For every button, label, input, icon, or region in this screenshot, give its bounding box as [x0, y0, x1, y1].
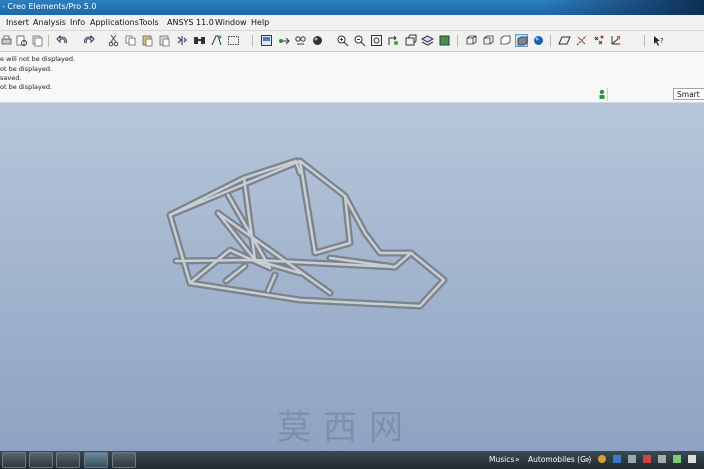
enhanced-realism-icon[interactable]	[532, 34, 545, 47]
hidden-line-icon[interactable]	[482, 34, 495, 47]
tray-icon[interactable]	[643, 455, 651, 463]
toolbar-separator	[457, 35, 458, 47]
copy-icon[interactable]	[31, 34, 44, 47]
taskbar-toolbar-automobiles[interactable]: Automobiles (G:)	[528, 455, 591, 464]
datum-plane-icon[interactable]	[558, 34, 571, 47]
datum-point-icon[interactable]	[592, 34, 605, 47]
paste-icon[interactable]	[141, 34, 154, 47]
cut-icon[interactable]	[107, 34, 120, 47]
layer-tree-icon[interactable]	[438, 34, 451, 47]
menu-tools[interactable]: Tools	[139, 18, 159, 27]
menu-window[interactable]: Window	[215, 18, 247, 27]
regenerate-icon[interactable]	[175, 34, 188, 47]
toolbar-separator	[48, 35, 49, 47]
toolbar-separator	[252, 35, 253, 47]
toolbar-separator	[644, 35, 645, 47]
chevron-right-icon[interactable]: »	[515, 455, 520, 464]
message-line: e will not be displayed.	[0, 55, 76, 63]
paste-special-icon[interactable]	[158, 34, 171, 47]
menu-info[interactable]: Info	[70, 18, 85, 27]
print-icon[interactable]	[0, 34, 13, 47]
saved-views-icon[interactable]	[404, 34, 417, 47]
spin-center-icon[interactable]	[277, 34, 290, 47]
taskbar: Musics » Automobiles (G:) »	[0, 451, 704, 469]
context-help-icon[interactable]: ?	[652, 34, 665, 47]
wireframe-icon[interactable]	[465, 34, 478, 47]
selection-status-icon[interactable]	[598, 89, 606, 100]
window-title: - Creo Elements/Pro 5.0	[2, 2, 97, 11]
chevron-right-icon[interactable]: »	[585, 455, 590, 464]
shaded-sphere-icon[interactable]	[311, 34, 324, 47]
tray-icon[interactable]	[628, 455, 636, 463]
graphics-window[interactable]	[0, 103, 704, 451]
tray-icon[interactable]	[598, 455, 606, 463]
message-line: ot be displayed.	[0, 83, 53, 91]
zoom-out-icon[interactable]	[353, 34, 366, 47]
svg-text:?: ?	[660, 37, 664, 45]
taskbar-app-icon[interactable]	[56, 452, 80, 468]
orient-icon[interactable]	[260, 34, 273, 47]
roll-cage-model[interactable]	[0, 103, 704, 451]
tray-icon[interactable]	[688, 455, 696, 463]
print-preview-icon[interactable]	[15, 34, 28, 47]
menu-help[interactable]: Help	[251, 18, 269, 27]
csys-icon[interactable]	[609, 34, 622, 47]
repaint-icon[interactable]	[210, 34, 223, 47]
selection-filter-dropdown[interactable]: Smart	[673, 88, 704, 100]
watermark-logo: 莫西网	[277, 408, 415, 448]
title-bar: - Creo Elements/Pro 5.0	[0, 0, 704, 15]
datum-axis-icon[interactable]	[575, 34, 588, 47]
reorient-icon[interactable]	[387, 34, 400, 47]
copy-icon-2[interactable]	[124, 34, 137, 47]
start-icon[interactable]	[2, 452, 26, 468]
toolbar: ?	[0, 31, 704, 52]
select-box-icon[interactable]	[227, 34, 240, 47]
tray-icon[interactable]	[673, 455, 681, 463]
tray-icon[interactable]	[658, 455, 666, 463]
message-line: saved.	[0, 74, 22, 82]
refit-icon[interactable]	[370, 34, 383, 47]
toolbar-separator	[550, 35, 551, 47]
no-hidden-icon[interactable]	[499, 34, 512, 47]
taskbar-app-icon-2[interactable]	[84, 452, 108, 468]
zoom-in-icon[interactable]	[336, 34, 349, 47]
find-icon[interactable]	[193, 34, 206, 47]
title-bar-shade	[544, 0, 704, 15]
message-line: ot be displayed.	[0, 65, 53, 73]
folder-icon[interactable]	[29, 452, 53, 468]
menu-applications[interactable]: Applications	[90, 18, 139, 27]
redo-icon[interactable]	[82, 34, 95, 47]
menu-ansys[interactable]: ANSYS 11.0	[167, 18, 214, 27]
undo-icon[interactable]	[56, 34, 69, 47]
tray-icon[interactable]	[613, 455, 621, 463]
status-divider	[607, 88, 608, 101]
shaded-icon[interactable]	[515, 34, 528, 47]
taskbar-toolbar-musics[interactable]: Musics	[489, 455, 514, 464]
menu-bar: Insert Analysis Info Applications Tools …	[0, 15, 704, 31]
save-icon[interactable]	[112, 452, 136, 468]
shading-icon[interactable]	[294, 34, 307, 47]
layers-icon[interactable]	[421, 34, 434, 47]
menu-insert[interactable]: Insert	[6, 18, 29, 27]
menu-analysis[interactable]: Analysis	[33, 18, 66, 27]
